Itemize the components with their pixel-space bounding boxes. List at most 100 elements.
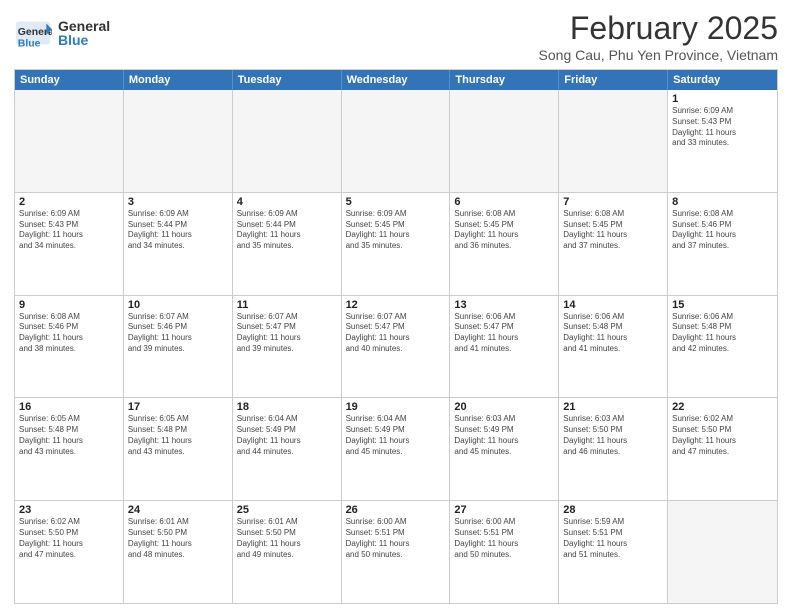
day-number: 4: [237, 196, 337, 208]
logo-general-text: General: [58, 19, 110, 33]
day-number: 26: [346, 504, 446, 516]
cell-info: Sunrise: 6:07 AM Sunset: 5:47 PM Dayligh…: [346, 312, 446, 355]
weekday-header: Tuesday: [233, 70, 342, 90]
day-number: 27: [454, 504, 554, 516]
calendar-cell: 14Sunrise: 6:06 AM Sunset: 5:48 PM Dayli…: [559, 296, 668, 398]
main-title: February 2025: [539, 10, 778, 47]
page: General Blue General Blue February 2025 …: [0, 0, 792, 612]
day-number: 22: [672, 401, 773, 413]
calendar-cell: [559, 90, 668, 192]
day-number: 25: [237, 504, 337, 516]
cell-info: Sunrise: 6:06 AM Sunset: 5:48 PM Dayligh…: [672, 312, 773, 355]
weekday-header: Saturday: [668, 70, 777, 90]
calendar-cell: 19Sunrise: 6:04 AM Sunset: 5:49 PM Dayli…: [342, 398, 451, 500]
day-number: 9: [19, 299, 119, 311]
day-number: 1: [672, 93, 773, 105]
day-number: 12: [346, 299, 446, 311]
day-number: 18: [237, 401, 337, 413]
day-number: 15: [672, 299, 773, 311]
svg-text:Blue: Blue: [18, 38, 41, 49]
calendar-cell: [124, 90, 233, 192]
title-block: February 2025 Song Cau, Phu Yen Province…: [539, 10, 778, 63]
calendar-cell: 11Sunrise: 6:07 AM Sunset: 5:47 PM Dayli…: [233, 296, 342, 398]
cell-info: Sunrise: 6:04 AM Sunset: 5:49 PM Dayligh…: [237, 414, 337, 457]
calendar-cell: [342, 90, 451, 192]
weekday-header: Monday: [124, 70, 233, 90]
calendar-cell: 28Sunrise: 5:59 AM Sunset: 5:51 PM Dayli…: [559, 501, 668, 603]
day-number: 11: [237, 299, 337, 311]
calendar-cell: 7Sunrise: 6:08 AM Sunset: 5:45 PM Daylig…: [559, 193, 668, 295]
cell-info: Sunrise: 6:06 AM Sunset: 5:47 PM Dayligh…: [454, 312, 554, 355]
calendar-cell: 16Sunrise: 6:05 AM Sunset: 5:48 PM Dayli…: [15, 398, 124, 500]
cell-info: Sunrise: 6:01 AM Sunset: 5:50 PM Dayligh…: [237, 517, 337, 560]
calendar-body: 1Sunrise: 6:09 AM Sunset: 5:43 PM Daylig…: [15, 90, 777, 603]
calendar-cell: 25Sunrise: 6:01 AM Sunset: 5:50 PM Dayli…: [233, 501, 342, 603]
day-number: 28: [563, 504, 663, 516]
cell-info: Sunrise: 6:07 AM Sunset: 5:46 PM Dayligh…: [128, 312, 228, 355]
day-number: 24: [128, 504, 228, 516]
calendar-row: 9Sunrise: 6:08 AM Sunset: 5:46 PM Daylig…: [15, 296, 777, 399]
calendar-cell: [450, 90, 559, 192]
weekday-header: Sunday: [15, 70, 124, 90]
cell-info: Sunrise: 6:09 AM Sunset: 5:45 PM Dayligh…: [346, 209, 446, 252]
calendar-cell: 10Sunrise: 6:07 AM Sunset: 5:46 PM Dayli…: [124, 296, 233, 398]
calendar-cell: 27Sunrise: 6:00 AM Sunset: 5:51 PM Dayli…: [450, 501, 559, 603]
calendar-cell: 20Sunrise: 6:03 AM Sunset: 5:49 PM Dayli…: [450, 398, 559, 500]
cell-info: Sunrise: 6:09 AM Sunset: 5:44 PM Dayligh…: [128, 209, 228, 252]
cell-info: Sunrise: 6:09 AM Sunset: 5:43 PM Dayligh…: [19, 209, 119, 252]
cell-info: Sunrise: 6:09 AM Sunset: 5:44 PM Dayligh…: [237, 209, 337, 252]
header: General Blue General Blue February 2025 …: [14, 10, 778, 63]
calendar-cell: [668, 501, 777, 603]
calendar-cell: 1Sunrise: 6:09 AM Sunset: 5:43 PM Daylig…: [668, 90, 777, 192]
weekday-header: Friday: [559, 70, 668, 90]
logo-text: General Blue: [58, 19, 110, 47]
subtitle: Song Cau, Phu Yen Province, Vietnam: [539, 47, 778, 63]
day-number: 14: [563, 299, 663, 311]
calendar-cell: 13Sunrise: 6:06 AM Sunset: 5:47 PM Dayli…: [450, 296, 559, 398]
day-number: 17: [128, 401, 228, 413]
day-number: 6: [454, 196, 554, 208]
calendar-cell: 3Sunrise: 6:09 AM Sunset: 5:44 PM Daylig…: [124, 193, 233, 295]
cell-info: Sunrise: 6:03 AM Sunset: 5:49 PM Dayligh…: [454, 414, 554, 457]
calendar-row: 1Sunrise: 6:09 AM Sunset: 5:43 PM Daylig…: [15, 90, 777, 193]
calendar-row: 2Sunrise: 6:09 AM Sunset: 5:43 PM Daylig…: [15, 193, 777, 296]
day-number: 23: [19, 504, 119, 516]
cell-info: Sunrise: 6:02 AM Sunset: 5:50 PM Dayligh…: [672, 414, 773, 457]
calendar-cell: 15Sunrise: 6:06 AM Sunset: 5:48 PM Dayli…: [668, 296, 777, 398]
calendar-cell: 9Sunrise: 6:08 AM Sunset: 5:46 PM Daylig…: [15, 296, 124, 398]
calendar-cell: 8Sunrise: 6:08 AM Sunset: 5:46 PM Daylig…: [668, 193, 777, 295]
day-number: 21: [563, 401, 663, 413]
day-number: 3: [128, 196, 228, 208]
calendar-cell: [233, 90, 342, 192]
cell-info: Sunrise: 6:08 AM Sunset: 5:45 PM Dayligh…: [563, 209, 663, 252]
calendar-cell: 26Sunrise: 6:00 AM Sunset: 5:51 PM Dayli…: [342, 501, 451, 603]
calendar-cell: 22Sunrise: 6:02 AM Sunset: 5:50 PM Dayli…: [668, 398, 777, 500]
calendar-cell: 17Sunrise: 6:05 AM Sunset: 5:48 PM Dayli…: [124, 398, 233, 500]
cell-info: Sunrise: 6:03 AM Sunset: 5:50 PM Dayligh…: [563, 414, 663, 457]
calendar-cell: 24Sunrise: 6:01 AM Sunset: 5:50 PM Dayli…: [124, 501, 233, 603]
day-number: 8: [672, 196, 773, 208]
calendar: SundayMondayTuesdayWednesdayThursdayFrid…: [14, 69, 778, 604]
calendar-row: 23Sunrise: 6:02 AM Sunset: 5:50 PM Dayli…: [15, 501, 777, 603]
day-number: 13: [454, 299, 554, 311]
cell-info: Sunrise: 6:01 AM Sunset: 5:50 PM Dayligh…: [128, 517, 228, 560]
calendar-cell: 5Sunrise: 6:09 AM Sunset: 5:45 PM Daylig…: [342, 193, 451, 295]
cell-info: Sunrise: 6:09 AM Sunset: 5:43 PM Dayligh…: [672, 106, 773, 149]
logo: General Blue General Blue: [14, 14, 110, 52]
cell-info: Sunrise: 6:08 AM Sunset: 5:45 PM Dayligh…: [454, 209, 554, 252]
cell-info: Sunrise: 6:05 AM Sunset: 5:48 PM Dayligh…: [19, 414, 119, 457]
day-number: 2: [19, 196, 119, 208]
weekday-header: Thursday: [450, 70, 559, 90]
calendar-cell: 12Sunrise: 6:07 AM Sunset: 5:47 PM Dayli…: [342, 296, 451, 398]
calendar-cell: 6Sunrise: 6:08 AM Sunset: 5:45 PM Daylig…: [450, 193, 559, 295]
cell-info: Sunrise: 5:59 AM Sunset: 5:51 PM Dayligh…: [563, 517, 663, 560]
calendar-header: SundayMondayTuesdayWednesdayThursdayFrid…: [15, 70, 777, 90]
day-number: 7: [563, 196, 663, 208]
cell-info: Sunrise: 6:00 AM Sunset: 5:51 PM Dayligh…: [454, 517, 554, 560]
calendar-cell: [15, 90, 124, 192]
logo-icon: General Blue: [14, 14, 52, 52]
day-number: 20: [454, 401, 554, 413]
calendar-row: 16Sunrise: 6:05 AM Sunset: 5:48 PM Dayli…: [15, 398, 777, 501]
calendar-cell: 21Sunrise: 6:03 AM Sunset: 5:50 PM Dayli…: [559, 398, 668, 500]
calendar-cell: 18Sunrise: 6:04 AM Sunset: 5:49 PM Dayli…: [233, 398, 342, 500]
